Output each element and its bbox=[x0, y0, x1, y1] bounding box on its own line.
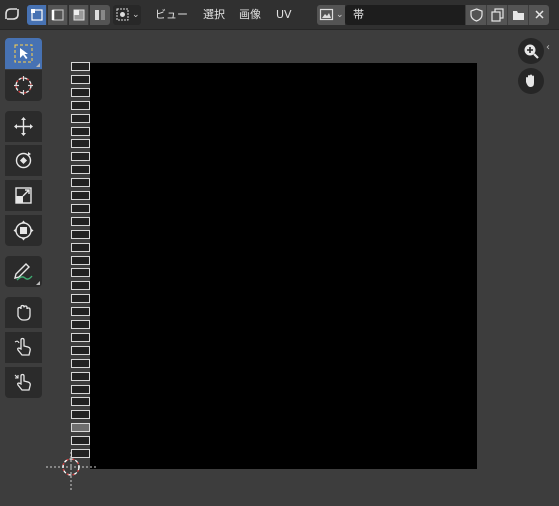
uv-face[interactable] bbox=[71, 410, 90, 420]
uv-editor-icon bbox=[5, 8, 19, 20]
uv-face[interactable] bbox=[71, 191, 90, 200]
uv-face[interactable] bbox=[71, 100, 90, 110]
uv-face[interactable] bbox=[71, 126, 90, 136]
menu-view[interactable]: ビュー bbox=[155, 7, 188, 23]
2d-cursor-icon[interactable] bbox=[44, 452, 100, 492]
scale-icon bbox=[15, 187, 32, 204]
open-image-button[interactable] bbox=[507, 5, 528, 25]
uv-face[interactable] bbox=[71, 139, 90, 149]
uv-face[interactable] bbox=[71, 152, 90, 162]
tool-pinch[interactable] bbox=[5, 367, 42, 398]
hand-pan-icon bbox=[526, 74, 534, 87]
uv-face[interactable] bbox=[71, 423, 90, 433]
uv-face[interactable] bbox=[71, 294, 90, 304]
chevron-down-icon: ⌄ bbox=[132, 10, 140, 20]
annotate-pencil-icon bbox=[14, 263, 33, 281]
select-mode-face[interactable] bbox=[69, 5, 89, 25]
uv-face[interactable] bbox=[71, 203, 90, 213]
uv-face[interactable] bbox=[71, 307, 90, 317]
image-icon bbox=[319, 8, 334, 21]
uv-face[interactable] bbox=[71, 178, 90, 188]
unlink-image-button[interactable] bbox=[528, 5, 549, 25]
menu-select[interactable]: 選択 bbox=[203, 7, 225, 23]
uv-face[interactable] bbox=[71, 320, 90, 329]
uv-face[interactable] bbox=[71, 87, 90, 97]
chevron-down-icon: ⌄ bbox=[336, 10, 344, 20]
uv-face[interactable] bbox=[71, 242, 90, 252]
zoom-in-icon bbox=[524, 44, 539, 59]
select-mode-vertex[interactable] bbox=[27, 5, 47, 25]
sticky-selection-dropdown[interactable]: ⌄ bbox=[113, 5, 141, 25]
transform-icon bbox=[13, 220, 34, 241]
uv-face[interactable] bbox=[71, 436, 90, 446]
duplicate-icon bbox=[491, 8, 504, 22]
cursor-icon bbox=[14, 76, 33, 95]
tool-transform[interactable] bbox=[5, 215, 42, 246]
uv-face[interactable] bbox=[71, 229, 90, 239]
vertex-select-icon bbox=[31, 9, 43, 21]
edge-select-icon bbox=[51, 9, 64, 21]
relax-hand-icon bbox=[14, 337, 31, 356]
select-box-icon bbox=[14, 44, 33, 63]
menu-image[interactable]: 画像 bbox=[239, 7, 261, 23]
tool-variant-indicator bbox=[36, 63, 40, 67]
pan-view-button[interactable] bbox=[518, 68, 544, 94]
browse-image-dropdown[interactable]: ⌄ bbox=[317, 5, 345, 25]
tool-variant-indicator bbox=[36, 281, 40, 285]
tool-select-box[interactable] bbox=[5, 38, 42, 69]
zoom-view-button[interactable] bbox=[518, 38, 544, 64]
uv-face[interactable] bbox=[71, 216, 90, 226]
uv-face[interactable] bbox=[71, 113, 90, 123]
uv-face[interactable] bbox=[71, 371, 90, 381]
tool-rotate[interactable] bbox=[5, 145, 42, 176]
new-image-button[interactable] bbox=[486, 5, 507, 25]
uv-face[interactable] bbox=[71, 397, 90, 407]
uv-face[interactable] bbox=[71, 358, 90, 368]
image-name-text: 帯 bbox=[353, 8, 364, 21]
rotate-icon bbox=[15, 152, 32, 169]
grab-hand-icon bbox=[17, 304, 31, 321]
image-canvas[interactable] bbox=[90, 63, 477, 469]
uv-face[interactable] bbox=[71, 384, 90, 394]
tool-cursor[interactable] bbox=[5, 70, 42, 101]
folder-icon bbox=[513, 11, 524, 20]
uv-face[interactable] bbox=[71, 281, 90, 291]
image-name-field[interactable]: 帯 bbox=[345, 5, 465, 25]
tool-relax[interactable] bbox=[5, 332, 42, 363]
menu-uv[interactable]: UV bbox=[276, 7, 292, 23]
sidebar-toggle-chevron-icon[interactable]: ‹ bbox=[546, 42, 550, 53]
uv-island-strip[interactable] bbox=[70, 60, 92, 470]
select-mode-island[interactable] bbox=[90, 5, 110, 25]
tool-scale[interactable] bbox=[5, 180, 42, 211]
uv-editor: ⌄ ビュー 選択 画像 UV ⌄ 帯 ‹ bbox=[0, 0, 559, 506]
uv-face[interactable] bbox=[71, 255, 90, 265]
pinch-hand-icon bbox=[14, 373, 31, 391]
tool-move[interactable] bbox=[5, 111, 42, 142]
island-select-icon bbox=[95, 10, 105, 20]
sticky-selection-icon bbox=[116, 8, 129, 21]
close-icon bbox=[535, 10, 544, 19]
uv-face[interactable] bbox=[71, 74, 90, 84]
tool-grab[interactable] bbox=[5, 297, 42, 328]
editor-type-button[interactable] bbox=[3, 5, 23, 25]
move-icon bbox=[14, 117, 33, 136]
uv-face[interactable] bbox=[71, 268, 90, 278]
shield-icon bbox=[470, 8, 483, 22]
uv-face[interactable] bbox=[71, 165, 90, 175]
uv-face[interactable] bbox=[71, 62, 90, 71]
uv-face[interactable] bbox=[71, 332, 90, 342]
select-mode-edge[interactable] bbox=[48, 5, 68, 25]
uv-face[interactable] bbox=[71, 345, 90, 355]
tool-annotate[interactable] bbox=[5, 256, 42, 287]
fake-user-button[interactable] bbox=[465, 5, 486, 25]
face-select-icon bbox=[73, 9, 85, 21]
editor-header: ⌄ ビュー 選択 画像 UV ⌄ 帯 bbox=[0, 0, 559, 30]
